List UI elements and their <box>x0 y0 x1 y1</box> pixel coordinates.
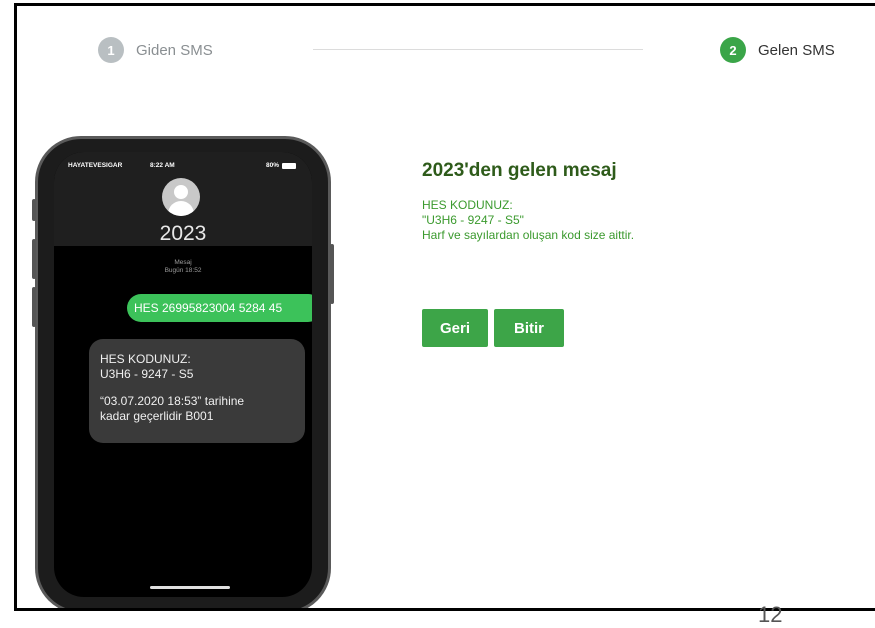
step-gelen-sms[interactable]: 2 Gelen SMS <box>720 37 835 63</box>
phone-mockup: HAYATEVESIGAR 8:22 AM 80% 2023 Mesaj Bug… <box>32 136 334 608</box>
status-time: 8:22 AM <box>150 162 175 169</box>
phone-side-button <box>32 239 36 279</box>
battery-icon <box>282 162 296 169</box>
message-meta: Mesaj Bugün 18:52 <box>54 259 312 275</box>
incoming-line-2: U3H6 - 9247 - S5 <box>100 367 194 381</box>
finish-button[interactable]: Bitir <box>494 309 564 347</box>
step-2-number: 2 <box>720 37 746 63</box>
battery-percent: 80% <box>265 162 279 169</box>
page-number: 12 <box>758 602 783 627</box>
step-1-label: Giden SMS <box>136 41 213 59</box>
phone-side-button <box>32 199 36 221</box>
incoming-line-1: HES KODUNUZ: <box>100 352 191 366</box>
incoming-line-4: kadar geçerlidir B001 <box>100 409 214 423</box>
message-line-3: Harf ve sayılardan oluşan kod size aitti… <box>422 228 635 242</box>
contact-avatar-icon <box>162 178 200 216</box>
home-indicator <box>150 586 230 589</box>
incoming-sms-bubble: HES KODUNUZ: U3H6 - 9247 - S5 “03.07.202… <box>89 339 305 443</box>
message-meta-time: Bugün 18:52 <box>164 267 202 274</box>
message-meta-title: Mesaj <box>174 259 192 266</box>
slide-frame: 1 Giden SMS 2 Gelen SMS HAYATEVESIGAR 8:… <box>14 3 875 611</box>
step-1-number: 1 <box>98 37 124 63</box>
back-button[interactable]: Geri <box>422 309 488 347</box>
carrier-name: HAYATEVESIGAR <box>68 162 123 169</box>
status-bar: HAYATEVESIGAR 8:22 AM 80% <box>54 162 312 174</box>
step-giden-sms[interactable]: 1 Giden SMS <box>98 37 213 63</box>
phone-side-button <box>32 287 36 327</box>
contact-name: 2023 <box>159 222 207 245</box>
phone-screen: HAYATEVESIGAR 8:22 AM 80% 2023 Mesaj Bug… <box>54 152 312 597</box>
outgoing-sms-bubble: HES 26995823004 5284 45 <box>127 294 312 322</box>
message-title: 2023'den gelen mesaj <box>422 160 617 181</box>
message-line-2: "U3H6 - 9247 - S5" <box>422 213 524 227</box>
step-2-label: Gelen SMS <box>758 41 835 59</box>
phone-side-button <box>330 244 334 304</box>
message-body: HES KODUNUZ: "U3H6 - 9247 - S5" Harf ve … <box>422 198 634 243</box>
battery-indicator: 80% <box>266 162 296 169</box>
stepper-connector <box>313 49 643 50</box>
message-line-1: HES KODUNUZ: <box>422 198 513 212</box>
incoming-line-3: “03.07.2020 18:53” tarihine <box>100 394 245 408</box>
